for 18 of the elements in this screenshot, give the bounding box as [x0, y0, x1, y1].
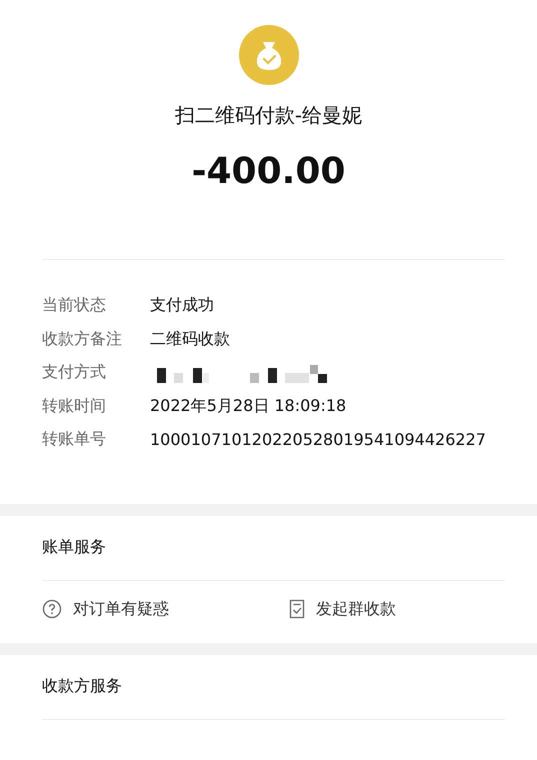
detail-value: 2022年5月28日 18:09:18 [150, 396, 346, 417]
detail-value: 支付成功 [150, 295, 214, 316]
section-title: 收款方服务 [41, 675, 123, 697]
action-link[interactable]: 对订单有疑惑 [42, 595, 289, 623]
money-bag-icon [238, 25, 298, 85]
detail-label: 转账时间 [42, 396, 107, 417]
detail-label: 转账单号 [42, 429, 107, 450]
transaction-title: 扫二维码付款-给曼妮 [174, 102, 362, 129]
action-link[interactable]: 发起群收款 [289, 595, 536, 623]
question-icon [42, 599, 62, 619]
document-check-icon [289, 599, 305, 619]
detail-label: 当前状态 [42, 295, 107, 316]
detail-value: 100010710120220528019541094426227 [150, 430, 486, 450]
section-title: 账单服务 [41, 536, 107, 558]
detail-label: 支付方式 [42, 362, 107, 384]
detail-value: 二维码收款 [150, 328, 230, 350]
amount-text: -400.00 [192, 151, 346, 194]
detail-label: 收款方备注 [42, 328, 123, 350]
